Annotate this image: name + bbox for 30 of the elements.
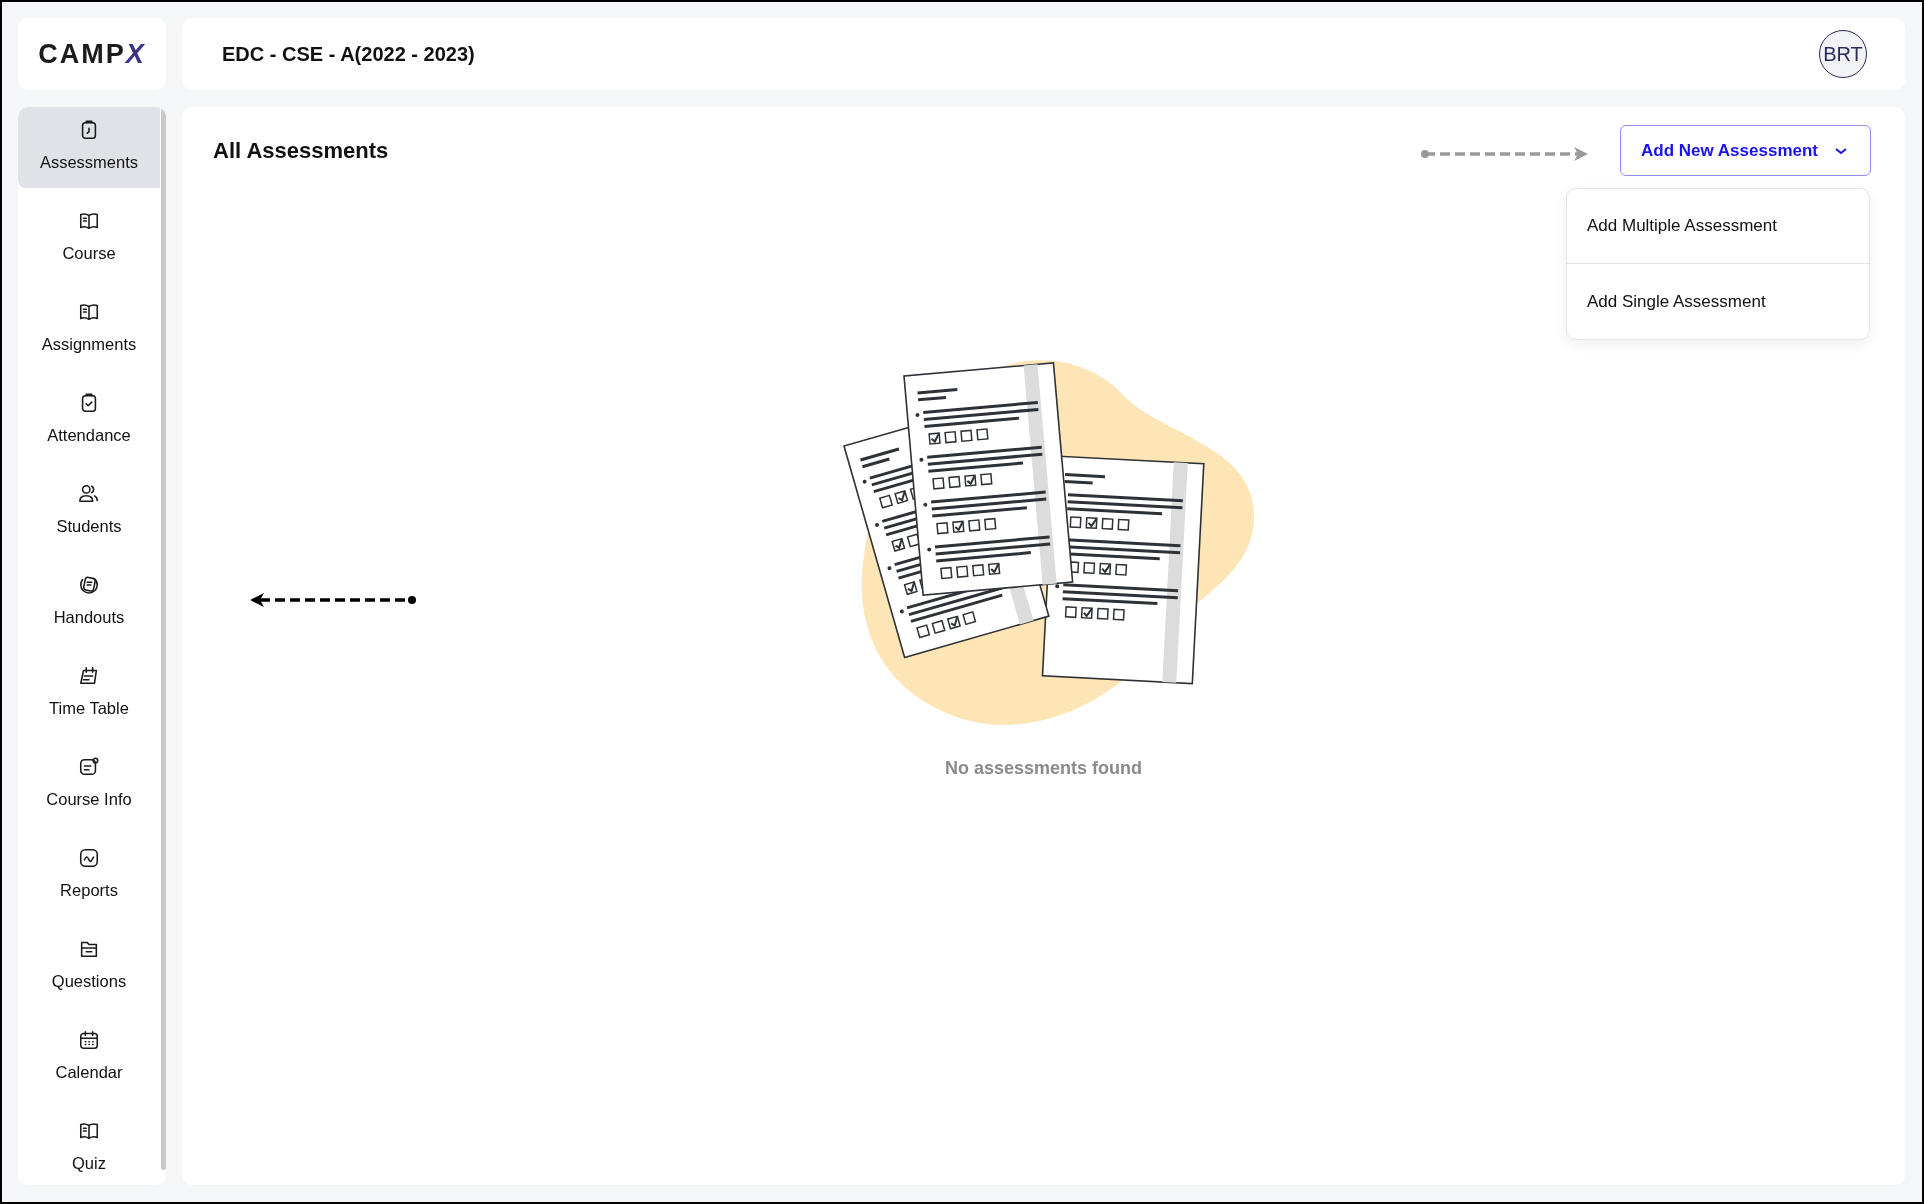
sidebar-item[interactable]: Assignments bbox=[18, 289, 160, 370]
calendar-icon bbox=[78, 1029, 100, 1051]
sidebar-item[interactable]: Reports bbox=[18, 835, 160, 916]
empty-state-message: No assessments found bbox=[944, 758, 1143, 779]
note-icon bbox=[78, 574, 100, 596]
sidebar-item[interactable]: Quiz bbox=[18, 1108, 160, 1185]
sidebar-item[interactable]: Students bbox=[18, 471, 160, 552]
menu-item[interactable]: Add Multiple Assessment bbox=[1567, 189, 1869, 264]
page-title: All Assessments bbox=[213, 137, 389, 164]
book-icon bbox=[78, 1120, 100, 1142]
book-icon bbox=[78, 210, 100, 232]
sidebar-item[interactable]: Time Table bbox=[18, 653, 160, 734]
sidebar-item[interactable]: Calendar bbox=[18, 1017, 160, 1098]
menu-item[interactable]: Add Single Assessment bbox=[1567, 264, 1869, 339]
course-title: EDC - CSE - A(2022 - 2023) bbox=[222, 42, 475, 66]
chart-icon bbox=[78, 847, 100, 869]
sidebar-item[interactable]: Assessments bbox=[18, 107, 160, 188]
user-avatar[interactable]: BRT bbox=[1819, 30, 1867, 78]
users-icon bbox=[78, 483, 100, 505]
campx-logo: CAMPX bbox=[38, 38, 146, 70]
book-icon bbox=[78, 301, 100, 323]
sidebar-item[interactable]: Course bbox=[18, 198, 160, 279]
calendar-note-icon bbox=[78, 665, 100, 687]
sidebar-item[interactable]: Course Info bbox=[18, 744, 160, 825]
sidebar-item[interactable]: Attendance bbox=[18, 380, 160, 461]
sidebar-item[interactable]: Handouts bbox=[18, 562, 160, 643]
scrollbar[interactable] bbox=[161, 107, 166, 1170]
add-assessment-button[interactable]: Add New Assessment bbox=[1620, 125, 1871, 176]
sidebar-item[interactable]: Questions bbox=[18, 926, 160, 1007]
note-badge-icon bbox=[78, 756, 100, 778]
